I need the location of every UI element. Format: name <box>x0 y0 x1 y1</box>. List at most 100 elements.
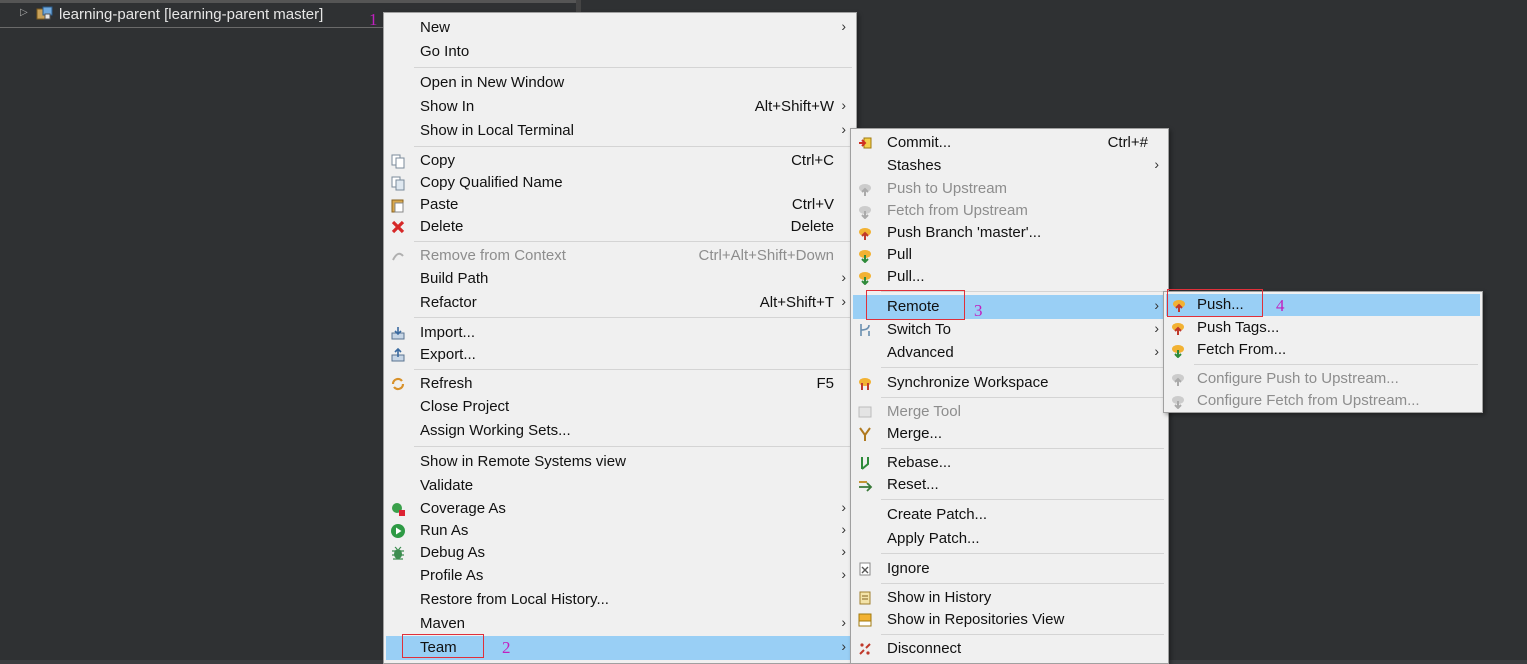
menu-refactor[interactable]: Refactor Alt+Shift+T › <box>384 292 856 314</box>
menu-push-tags[interactable]: Push Tags... <box>1164 317 1482 339</box>
menu-delete[interactable]: Delete Delete <box>384 216 856 238</box>
menu-merge[interactable]: Merge... <box>851 423 1168 445</box>
menu-configure-fetch[interactable]: Configure Fetch from Upstream... <box>1164 390 1482 412</box>
menu-synchronize-workspace[interactable]: Synchronize Workspace <box>851 372 1168 394</box>
fetch-icon <box>1172 345 1184 358</box>
menu-switch-to[interactable]: Switch To › <box>851 319 1168 341</box>
menu-profile-as[interactable]: Profile As › <box>384 565 856 587</box>
debug-icon <box>392 546 404 560</box>
step-marker-4: 4 <box>1276 296 1285 315</box>
menu-separator <box>881 553 1164 554</box>
submenu-arrow-icon: › <box>1154 156 1159 172</box>
callout-box-push <box>1167 289 1263 317</box>
history-icon <box>859 591 871 605</box>
submenu-arrow-icon: › <box>841 521 846 537</box>
menu-build-path[interactable]: Build Path › <box>384 268 856 290</box>
configure-push-icon <box>1172 374 1184 386</box>
fetch-upstream-icon <box>859 206 871 219</box>
submenu-arrow-icon: › <box>841 97 846 113</box>
rebase-icon <box>861 457 869 470</box>
refresh-icon <box>391 377 405 391</box>
submenu-arrow-icon: › <box>1154 320 1159 336</box>
menu-configure-push[interactable]: Configure Push to Upstream... <box>1164 368 1482 390</box>
menu-separator <box>881 367 1164 368</box>
menu-export[interactable]: Export... <box>384 344 856 366</box>
menu-ignore[interactable]: Ignore <box>851 558 1168 580</box>
submenu-arrow-icon: › <box>841 121 846 137</box>
submenu-arrow-icon: › <box>841 499 846 515</box>
switch-branch-icon <box>860 324 870 336</box>
submenu-arrow-icon: › <box>841 543 846 559</box>
menu-maven[interactable]: Maven › <box>384 613 856 635</box>
merge-tool-icon <box>858 406 872 418</box>
ignore-icon <box>859 562 871 576</box>
menu-fetch-from[interactable]: Fetch From... <box>1164 339 1482 361</box>
project-folder-icon <box>36 6 53 20</box>
menu-stashes[interactable]: Stashes › <box>851 155 1168 177</box>
menu-advanced[interactable]: Advanced › <box>851 342 1168 364</box>
menu-go-into[interactable]: Go Into <box>384 41 856 63</box>
menu-separator <box>881 448 1164 449</box>
menu-restore-local-history[interactable]: Restore from Local History... <box>384 589 856 611</box>
menu-show-local-terminal[interactable]: Show in Local Terminal › <box>384 120 856 142</box>
menu-paste[interactable]: Paste Ctrl+V <box>384 194 856 216</box>
push-tags-icon <box>1172 323 1184 335</box>
merge-icon <box>859 427 871 441</box>
menu-coverage-as[interactable]: Coverage As › <box>384 498 856 520</box>
submenu-arrow-icon: › <box>841 269 846 285</box>
menu-show-remote-systems[interactable]: Show in Remote Systems view <box>384 451 856 473</box>
run-icon <box>391 524 405 538</box>
team-submenu: Commit... Ctrl+# Stashes › Push to Upstrea… <box>850 128 1169 664</box>
copy-qualified-icon <box>391 176 405 191</box>
menu-copy[interactable]: Copy Ctrl+C <box>384 150 856 172</box>
menu-pull-dialog[interactable]: Pull... <box>851 266 1168 288</box>
menu-show-in-history[interactable]: Show in History <box>851 587 1168 609</box>
callout-box-team <box>402 634 484 658</box>
submenu-arrow-icon: › <box>841 293 846 309</box>
menu-new[interactable]: New › <box>384 17 856 39</box>
reset-icon <box>859 481 873 492</box>
menu-copy-qualified-name[interactable]: Copy Qualified Name <box>384 172 856 194</box>
submenu-arrow-icon: › <box>1154 297 1159 313</box>
import-icon <box>391 327 405 340</box>
expand-arrow-icon[interactable]: ▷ <box>20 7 28 18</box>
configure-fetch-icon <box>1172 396 1184 409</box>
menu-disconnect[interactable]: Disconnect <box>851 638 1168 660</box>
remove-context-icon <box>392 252 404 261</box>
push-branch-icon <box>859 228 871 240</box>
menu-separator <box>414 369 852 370</box>
menu-refresh[interactable]: Refresh F5 <box>384 373 856 395</box>
menu-assign-working-sets[interactable]: Assign Working Sets... <box>384 420 856 442</box>
menu-import[interactable]: Import... <box>384 322 856 344</box>
menu-show-in-repositories[interactable]: Show in Repositories View <box>851 609 1168 631</box>
coverage-icon <box>392 503 405 516</box>
menu-open-new-window[interactable]: Open in New Window <box>384 72 856 94</box>
menu-debug-as[interactable]: Debug As › <box>384 542 856 564</box>
push-upstream-icon <box>859 184 871 196</box>
menu-separator <box>881 397 1164 398</box>
menu-pull[interactable]: Pull <box>851 244 1168 266</box>
pull-dialog-icon <box>859 272 871 285</box>
paste-icon <box>391 199 404 213</box>
menu-fetch-from-upstream[interactable]: Fetch from Upstream <box>851 200 1168 222</box>
menu-apply-patch[interactable]: Apply Patch... <box>851 528 1168 550</box>
menu-push-to-upstream[interactable]: Push to Upstream <box>851 178 1168 200</box>
menu-reset[interactable]: Reset... <box>851 474 1168 496</box>
commit-icon <box>859 137 872 149</box>
menu-create-patch[interactable]: Create Patch... <box>851 504 1168 526</box>
menu-run-as[interactable]: Run As › <box>384 520 856 542</box>
menu-separator <box>414 241 852 242</box>
menu-merge-tool[interactable]: Merge Tool <box>851 401 1168 423</box>
menu-rebase[interactable]: Rebase... <box>851 452 1168 474</box>
menu-close-project[interactable]: Close Project <box>384 396 856 418</box>
menu-remove-from-context[interactable]: Remove from Context Ctrl+Alt+Shift+Down <box>384 245 856 267</box>
disconnect-icon <box>859 643 871 655</box>
menu-validate[interactable]: Validate <box>384 475 856 497</box>
project-label: learning-parent [learning-parent master] <box>59 6 324 23</box>
step-marker-3: 3 <box>974 301 983 320</box>
menu-separator <box>414 67 852 68</box>
menu-push-branch[interactable]: Push Branch 'master'... <box>851 222 1168 244</box>
menu-commit[interactable]: Commit... Ctrl+# <box>851 132 1168 154</box>
submenu-arrow-icon: › <box>841 638 846 654</box>
menu-show-in[interactable]: Show In Alt+Shift+W › <box>384 96 856 118</box>
